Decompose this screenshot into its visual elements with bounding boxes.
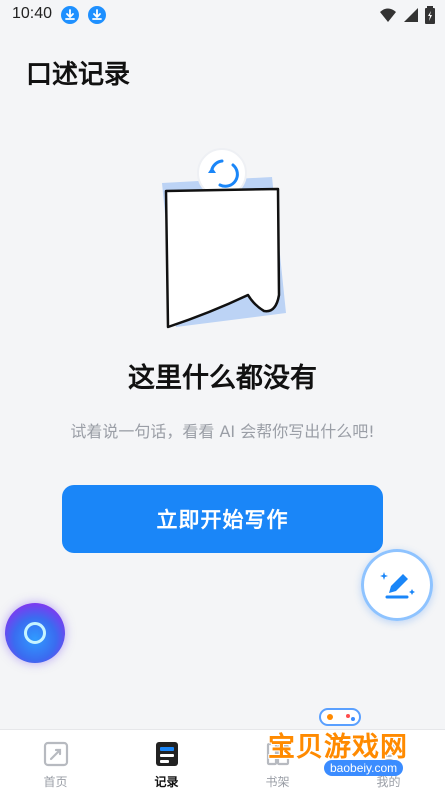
empty-state-subtitle: 试着说一句话，看看 AI 会帮你写出什么吧!: [70, 422, 375, 441]
blank-document-refresh-icon: [150, 145, 300, 345]
signal-icon: [404, 8, 418, 22]
download-icon: [61, 6, 79, 24]
page-title: 口述记录: [26, 60, 131, 90]
nav-label-home: 首页: [43, 775, 68, 789]
watermark: 宝贝游戏网 baobeiy.com: [268, 705, 438, 785]
battery-icon: [425, 6, 435, 24]
wifi-icon: [380, 8, 396, 22]
status-icons: [379, 6, 435, 24]
pen-sparkle-button[interactable]: [361, 549, 433, 621]
nav-item-record[interactable]: 记录: [111, 730, 222, 792]
status-time: 10:40: [12, 5, 53, 22]
nav-label-record: 记录: [154, 775, 179, 789]
pen-sparkle-icon: [380, 572, 415, 599]
home-icon: [43, 741, 69, 767]
status-bar: 10:40: [0, 0, 445, 30]
watermark-url: baobeiy.com: [324, 760, 404, 776]
start-writing-button[interactable]: 立即开始写作: [62, 485, 383, 553]
download-icon: [88, 6, 106, 24]
voice-orb-icon: [24, 622, 46, 644]
empty-state-title: 这里什么都没有: [128, 363, 317, 394]
voice-orb-button[interactable]: [5, 603, 65, 663]
nav-item-home[interactable]: 首页: [0, 730, 111, 792]
record-icon: [156, 742, 178, 766]
watermark-text: 宝贝游戏网: [268, 732, 408, 763]
